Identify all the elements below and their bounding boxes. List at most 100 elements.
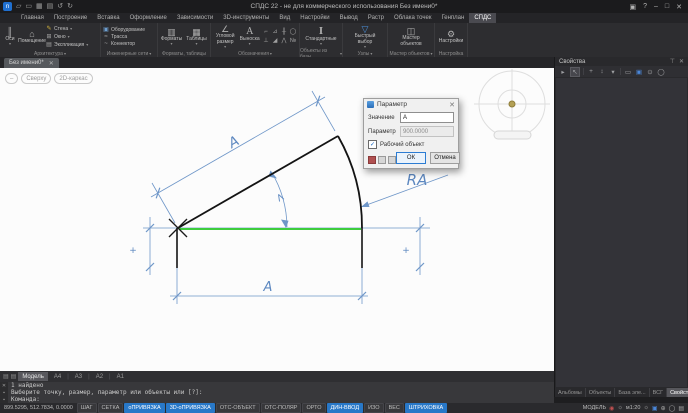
toggle-grid[interactable]: СЕТКА: [97, 403, 124, 413]
tab-glavnaya[interactable]: Главная: [16, 13, 49, 23]
group-label-formats[interactable]: Форматы, таблицы: [158, 50, 210, 57]
checkbox-check-icon[interactable]: ✓: [368, 140, 377, 149]
layout-tab-a2[interactable]: А2: [92, 372, 107, 381]
group-label-nodes[interactable]: Узлы ▾: [343, 50, 387, 57]
toggle-polar[interactable]: ОТС-ПОЛЯР: [260, 403, 302, 413]
monitor-icon[interactable]: ▤: [678, 405, 684, 412]
swatch-icon[interactable]: ▭: [624, 68, 632, 76]
undo-icon[interactable]: ↺: [57, 2, 63, 11]
viewport-icon[interactable]: ▣: [652, 405, 658, 412]
plot-icon[interactable]: ▤: [47, 2, 54, 11]
panel-tab-vsg[interactable]: ВСГ: [650, 388, 668, 397]
bottom-dim-label[interactable]: А: [263, 280, 273, 295]
close-icon[interactable]: ✕: [676, 3, 682, 11]
tab-vid[interactable]: Вид: [274, 13, 295, 23]
explication-button[interactable]: ▤ Экспликация ▾: [46, 41, 88, 49]
layout-tab-a3[interactable]: А3: [71, 372, 86, 381]
group-label-master[interactable]: Мастер объектов ▾: [388, 50, 434, 57]
pos-icon[interactable]: №: [289, 37, 297, 45]
layout-list-icon[interactable]: ▤: [3, 373, 9, 380]
toggle-hatch[interactable]: ШТРИХОВКА: [404, 403, 448, 413]
visual-style-button[interactable]: 2D-каркас: [54, 73, 93, 84]
toggle-3d-osnap[interactable]: 3D-оПРИВЯЗКА: [165, 403, 215, 413]
toggle-snap[interactable]: ШАГ: [76, 403, 97, 413]
angle-dim-label[interactable]: <: [272, 190, 288, 204]
layout-tab-model[interactable]: Модель: [18, 372, 48, 381]
redo-icon[interactable]: ↻: [67, 2, 73, 11]
target-icon[interactable]: ⊙: [646, 68, 654, 76]
toggle-ortho[interactable]: ОРТО: [302, 403, 326, 413]
new-file-icon[interactable]: ▱: [16, 2, 21, 11]
close-command-icon[interactable]: ✕: [2, 383, 6, 389]
standard-parts-button[interactable]: I Стандартные ▾: [305, 27, 336, 47]
sun-icon[interactable]: ☼: [643, 405, 649, 411]
tables-button[interactable]: ▦ Таблицы ▾: [185, 27, 208, 47]
chain-icon[interactable]: ⊥: [262, 37, 270, 45]
group-label-architecture[interactable]: Архитектура ▾: [0, 50, 100, 57]
level-icon[interactable]: ⊿: [271, 28, 279, 36]
angular-dimension-button[interactable]: ∠ Угловой размер ▾: [213, 24, 237, 49]
toggle-iso[interactable]: ИЗО: [364, 403, 384, 413]
dialog-title-bar[interactable]: Параметр ✕: [364, 99, 458, 110]
connector-button[interactable]: ~ Коннектор: [103, 41, 145, 47]
pan-icon[interactable]: ⊕: [661, 405, 666, 412]
slope-icon[interactable]: ◢: [271, 37, 279, 45]
value-input[interactable]: А: [400, 112, 454, 123]
work-object-checkbox-row[interactable]: ✓ Рабочий объект: [368, 140, 454, 149]
layout-tab-a4[interactable]: А4: [50, 372, 65, 381]
tab-spds[interactable]: СПДС: [469, 13, 497, 23]
node-icon[interactable]: ◯: [289, 28, 297, 36]
mark-icon[interactable]: ⌐: [262, 28, 270, 36]
tab-oblaka-tochek[interactable]: Облака точек: [389, 13, 436, 23]
save-file-icon[interactable]: ▦: [36, 2, 43, 11]
panel-tab-objects[interactable]: Объекты: [586, 388, 616, 397]
space-indicator[interactable]: МОДЕЛЬ: [583, 405, 606, 411]
object-master-button[interactable]: ◫ Мастер объектов: [398, 26, 424, 47]
radius-label[interactable]: RA: [407, 171, 428, 189]
tab-3d-instrumenty[interactable]: 3D-инструменты: [218, 13, 274, 23]
group-label-engineering[interactable]: Инженерные сети ▾: [101, 50, 157, 57]
document-tab[interactable]: Без имени0* ✕: [4, 58, 59, 68]
drawing-area[interactable]: – Сверху 2D-каркас А А RA < + + Параметр…: [0, 68, 554, 371]
tab-postroenie[interactable]: Построение: [49, 13, 92, 23]
filter-icon[interactable]: ▾: [609, 68, 617, 76]
settings-button[interactable]: ⚙ Настройки: [438, 29, 464, 45]
list-icon[interactable]: [388, 156, 396, 164]
quick-select-button[interactable]: ▽ Быстрый выбор ▾: [352, 24, 378, 49]
ok-button[interactable]: ОК: [396, 152, 426, 164]
viewport-collapse-button[interactable]: –: [5, 73, 19, 84]
compass-center-dot[interactable]: [508, 100, 516, 108]
pin-icon[interactable]: ⊤: [670, 58, 675, 65]
cut-icon[interactable]: ╫: [280, 28, 288, 36]
panel-close-icon[interactable]: ✕: [679, 58, 684, 65]
circle-icon[interactable]: ◯: [657, 68, 665, 76]
orbit-icon[interactable]: ◯: [669, 405, 676, 412]
brightness-icon[interactable]: ☼: [617, 405, 623, 411]
tab-genplan[interactable]: Генплан: [436, 13, 469, 23]
new-layout-icon[interactable]: ▤: [11, 373, 17, 380]
formula-icon[interactable]: [378, 156, 386, 164]
color-swatch-icon[interactable]: ▣: [635, 68, 643, 76]
scale-indicator[interactable]: м1:20: [626, 405, 641, 411]
dialog-close-icon[interactable]: ✕: [449, 101, 455, 109]
select-cursor-icon[interactable]: ↖: [570, 66, 580, 77]
aligned-dim-label[interactable]: А: [225, 133, 242, 152]
tab-close-icon[interactable]: ✕: [49, 60, 54, 67]
tab-oformlenie[interactable]: Оформление: [125, 13, 172, 23]
cancel-button[interactable]: Отмена: [430, 152, 460, 164]
equipment-button[interactable]: ▣ Оборудование: [103, 26, 145, 34]
record-icon[interactable]: ◉: [609, 405, 614, 412]
minimize-icon[interactable]: –: [654, 3, 658, 10]
panel-tab-properties[interactable]: Свойства: [667, 388, 688, 397]
tab-vyvod[interactable]: Вывод: [335, 13, 363, 23]
weld-icon[interactable]: ⋀: [280, 37, 288, 45]
recalc-icon[interactable]: [368, 156, 376, 164]
group-label-settings[interactable]: Настройка: [435, 50, 467, 57]
trace-button[interactable]: ≈ Трасса: [103, 34, 145, 40]
sector-geometry[interactable]: [176, 135, 363, 268]
tab-rastr[interactable]: Растр: [363, 13, 389, 23]
expand-icon[interactable]: ▸: [559, 68, 567, 76]
tab-nastroiki[interactable]: Настройки: [295, 13, 334, 23]
axes-button[interactable]: ║ Оси ▾: [2, 27, 18, 47]
formats-button[interactable]: ▥ Форматы ▾: [160, 27, 183, 47]
